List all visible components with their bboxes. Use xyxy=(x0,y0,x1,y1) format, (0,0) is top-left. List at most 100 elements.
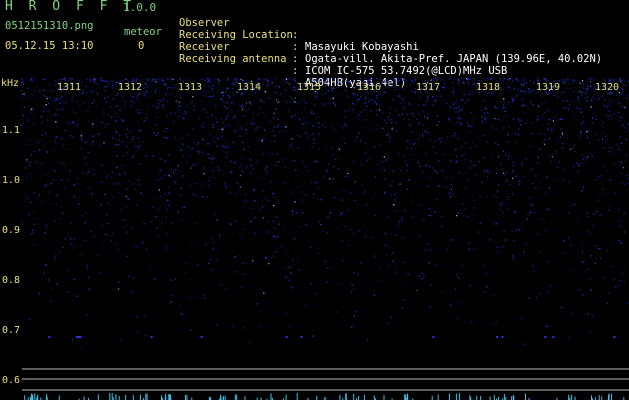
dark-stripe xyxy=(410,78,412,340)
noise-dot xyxy=(86,264,88,267)
noise-dot xyxy=(98,84,100,86)
noise-dot xyxy=(565,87,567,89)
noise-dot xyxy=(105,233,107,235)
noise-dot xyxy=(140,111,142,114)
noise-dot xyxy=(419,165,421,167)
noise-dot xyxy=(21,97,23,99)
noise-dot xyxy=(41,134,43,137)
noise-dot xyxy=(122,120,124,122)
noise-dot xyxy=(449,196,452,198)
noise-dot xyxy=(497,251,499,253)
noise-dot xyxy=(226,107,228,109)
noise-dot xyxy=(512,118,514,120)
noise-dot xyxy=(125,78,127,80)
noise-dot xyxy=(496,196,498,198)
noise-dot xyxy=(427,95,429,97)
noise-dot xyxy=(313,142,315,144)
noise-dot xyxy=(350,291,352,293)
noise-dot xyxy=(243,327,245,329)
noise-dot xyxy=(322,124,324,126)
noise-dot xyxy=(532,265,534,267)
noise-dot xyxy=(408,273,410,275)
noise-dot xyxy=(562,107,564,109)
noise-dot xyxy=(92,123,94,125)
noise-dot xyxy=(608,209,610,211)
noise-dot xyxy=(305,224,307,226)
noise-dot xyxy=(105,101,107,103)
noise-dot xyxy=(366,105,368,108)
noise-dot xyxy=(587,268,589,270)
noise-dot xyxy=(265,257,267,259)
info-separator: : xyxy=(292,29,299,41)
noise-dot xyxy=(179,305,181,308)
noise-dot xyxy=(384,244,387,246)
noise-dot xyxy=(618,148,620,151)
noise-dot xyxy=(27,87,29,89)
noise-dot xyxy=(71,223,73,225)
noise-dot xyxy=(346,175,348,177)
noise-dot xyxy=(544,78,546,80)
noise-dot xyxy=(105,80,107,82)
noise-dot xyxy=(506,79,508,81)
noise-dot xyxy=(457,117,459,119)
noise-dot xyxy=(132,156,134,158)
noise-dot xyxy=(398,152,400,154)
noise-dot xyxy=(152,80,154,82)
noise-dot xyxy=(130,106,132,108)
noise-dot xyxy=(334,197,336,199)
noise-dot xyxy=(316,95,318,97)
noise-dot xyxy=(239,127,241,129)
noise-dot xyxy=(360,262,362,264)
dark-stripe xyxy=(605,78,608,340)
noise-dot xyxy=(394,199,396,201)
noise-dot xyxy=(154,89,157,91)
noise-dot xyxy=(308,122,310,124)
noise-dot xyxy=(64,129,66,131)
noise-dot xyxy=(567,212,569,214)
noise-dot xyxy=(314,182,316,184)
noise-dot xyxy=(344,123,346,125)
noise-dot xyxy=(551,156,553,158)
noise-dot xyxy=(137,145,139,147)
noise-dot xyxy=(30,80,32,82)
noise-dot xyxy=(506,180,508,182)
noise-dot xyxy=(352,161,354,163)
noise-dot xyxy=(557,141,559,143)
dark-stripe xyxy=(75,78,77,340)
noise-dot xyxy=(421,218,423,220)
noise-dot xyxy=(619,120,621,122)
noise-dot xyxy=(591,155,593,157)
noise-dot xyxy=(354,199,356,202)
noise-dot xyxy=(311,110,313,112)
noise-dot xyxy=(586,89,588,91)
noise-dot xyxy=(486,141,488,143)
dark-stripe xyxy=(575,78,577,340)
info-key: Receiver xyxy=(179,41,230,53)
noise-dot xyxy=(577,97,580,99)
noise-dot xyxy=(166,128,169,130)
noise-dot xyxy=(522,79,524,81)
noise-dot xyxy=(401,113,403,115)
noise-dot xyxy=(222,91,224,93)
noise-dot xyxy=(487,112,489,114)
info-value: Masayuki Kobayashi xyxy=(305,41,419,53)
noise-dot xyxy=(100,204,102,206)
noise-dot xyxy=(572,147,574,149)
noise-dot xyxy=(581,91,583,94)
noise-dot xyxy=(577,221,579,223)
noise-dot xyxy=(398,114,400,116)
noise-dot xyxy=(514,210,516,212)
noise-dot xyxy=(503,172,505,174)
noise-dot xyxy=(127,198,129,200)
noise-dot xyxy=(234,130,236,133)
noise-dot xyxy=(290,101,292,103)
noise-dot xyxy=(293,89,295,91)
noise-dot xyxy=(305,102,307,104)
noise-dot xyxy=(338,148,340,150)
noise-dot xyxy=(581,123,583,125)
noise-dot xyxy=(218,233,221,235)
noise-dot xyxy=(63,164,65,166)
noise-dot xyxy=(253,122,255,124)
noise-dot xyxy=(458,113,460,115)
noise-dot xyxy=(412,144,415,146)
